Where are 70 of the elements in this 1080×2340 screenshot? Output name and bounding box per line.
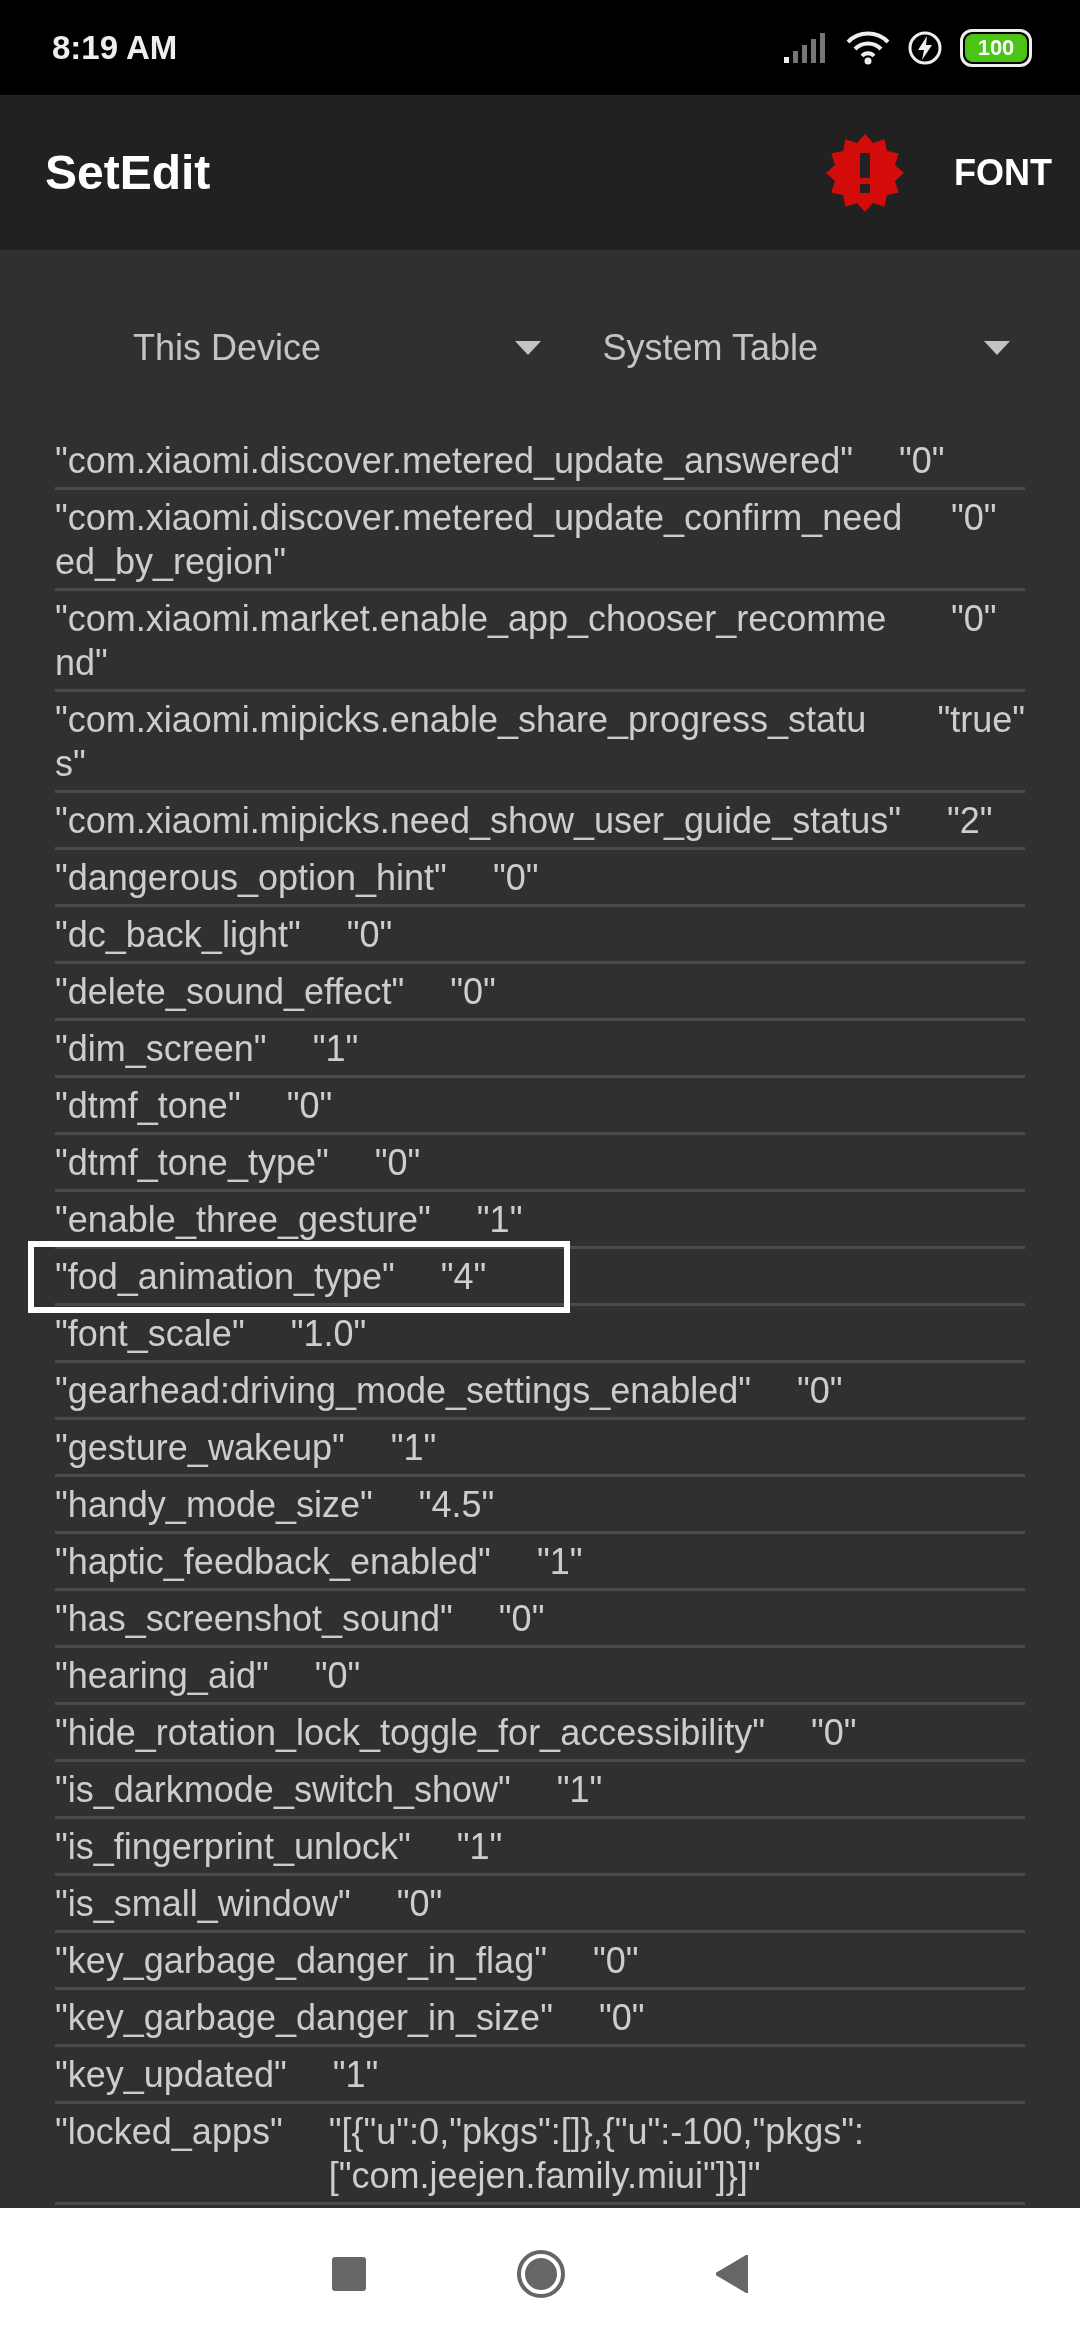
setting-key[interactable]: "delete_sound_effect" xyxy=(55,970,405,1014)
setting-value[interactable]: "0" xyxy=(374,1141,421,1185)
wifi-icon xyxy=(846,30,890,65)
charging-icon xyxy=(908,30,942,65)
setting-value[interactable]: "1" xyxy=(390,1426,437,1470)
setting-key[interactable]: "dtmf_tone" xyxy=(55,1084,241,1128)
setting-key[interactable]: "enable_three_gesture" xyxy=(55,1198,431,1242)
setting-value[interactable]: "1" xyxy=(312,1027,359,1071)
setting-value[interactable]: "1" xyxy=(456,1825,503,1869)
setting-value[interactable]: "0" xyxy=(450,970,496,1014)
setting-key[interactable]: "com.xiaomi.discover.metered_update_confirm_needed_by_region" xyxy=(55,496,905,584)
dropdown[interactable]: This Device xyxy=(55,316,561,379)
setting-value[interactable]: "4" xyxy=(440,1255,487,1299)
setting-key[interactable]: "com.xiaomi.mipicks.enable_share_progress_status" xyxy=(55,698,892,786)
font-button[interactable]: FONT xyxy=(954,141,1052,204)
dropdown-arrow-icon xyxy=(984,340,1010,355)
setting-value[interactable]: "0" xyxy=(899,445,945,483)
setting-key[interactable]: "hearing_aid" xyxy=(55,1654,269,1698)
setting-value[interactable]: "1" xyxy=(556,1768,603,1812)
setting-key[interactable]: "gearhead:driving_mode_settings_enabled" xyxy=(55,1369,752,1413)
setting-value[interactable]: "0" xyxy=(951,496,997,584)
setting-value[interactable]: "0" xyxy=(346,913,393,957)
setting-key[interactable]: "dangerous_option_hint" xyxy=(55,856,447,900)
setting-key[interactable]: "com.xiaomi.discover.metered_update_answered" xyxy=(55,445,853,483)
setting-value[interactable]: "0" xyxy=(492,856,539,900)
setting-key[interactable]: "is_darkmode_switch_show" xyxy=(55,1768,511,1812)
dropdown[interactable]: System Table xyxy=(560,316,1030,379)
setting-key[interactable]: "dc_back_light" xyxy=(55,913,301,957)
setting-value[interactable]: "1" xyxy=(476,1198,523,1242)
setting-value[interactable]: "1" xyxy=(536,1540,583,1584)
dropdown-arrow-icon xyxy=(514,340,541,355)
alert-icon[interactable] xyxy=(826,133,904,212)
setting-value[interactable]: "0" xyxy=(598,1996,645,2040)
setting-value[interactable]: "0" xyxy=(396,1882,443,1926)
setting-value[interactable]: "1" xyxy=(332,2053,379,2097)
home-button[interactable] xyxy=(516,2249,566,2299)
setting-key[interactable]: "fod_animation_type" xyxy=(55,1255,395,1299)
setting-value[interactable]: "0" xyxy=(592,1939,639,1983)
setting-value[interactable]: "4.5" xyxy=(418,1483,495,1527)
setting-value[interactable]: "1.0" xyxy=(290,1312,367,1356)
setting-value[interactable]: "0" xyxy=(811,1711,857,1755)
battery-icon: 100 xyxy=(960,28,1032,67)
setting-value[interactable]: "[{"u":0,"pkgs":[]},{"u":-100,"pkgs":["com.jeejen.family.miui"]}]" xyxy=(328,2110,889,2198)
setting-key[interactable]: "key_garbage_danger_in_size" xyxy=(55,1996,553,2040)
setting-value[interactable]: "0" xyxy=(951,597,997,685)
setting-value[interactable]: "0" xyxy=(314,1654,361,1698)
setting-value[interactable]: "true" xyxy=(937,698,1025,786)
setting-value[interactable]: "2" xyxy=(947,799,993,843)
setting-key[interactable]: "com.xiaomi.market.enable_app_chooser_recommend" xyxy=(55,597,905,685)
setting-value[interactable]: "0" xyxy=(286,1084,333,1128)
setting-value[interactable]: "0" xyxy=(797,1369,843,1413)
setting-key[interactable]: "font_scale" xyxy=(55,1312,245,1356)
setting-key[interactable]: "gesture_wakeup" xyxy=(55,1426,345,1470)
setting-key[interactable]: "dim_screen" xyxy=(55,1027,267,1071)
setting-key[interactable]: "locked_apps" xyxy=(55,2110,283,2198)
signal-icon xyxy=(784,32,828,63)
app-title: SetEdit xyxy=(45,145,211,200)
setting-key[interactable]: "hide_rotation_lock_toggle_for_accessibility" xyxy=(55,1711,765,1755)
setting-value[interactable]: "0" xyxy=(498,1597,545,1641)
status-time: 8:19 AM xyxy=(52,28,178,67)
setting-key[interactable]: "dtmf_tone_type" xyxy=(55,1141,329,1185)
setting-key[interactable]: "com.xiaomi.mipicks.need_show_user_guide_status" xyxy=(55,799,901,843)
setting-key[interactable]: "has_screenshot_sound" xyxy=(55,1597,453,1641)
setting-key[interactable]: "haptic_feedback_enabled" xyxy=(55,1540,491,1584)
setting-key[interactable]: "handy_mode_size" xyxy=(55,1483,373,1527)
setting-key[interactable]: "key_garbage_danger_in_flag" xyxy=(55,1939,547,1983)
setting-key[interactable]: "is_small_window" xyxy=(55,1882,351,1926)
setting-key[interactable]: "is_fingerprint_unlock" xyxy=(55,1825,411,1869)
back-button[interactable] xyxy=(716,2255,748,2293)
setting-key[interactable]: "key_updated" xyxy=(55,2053,287,2097)
